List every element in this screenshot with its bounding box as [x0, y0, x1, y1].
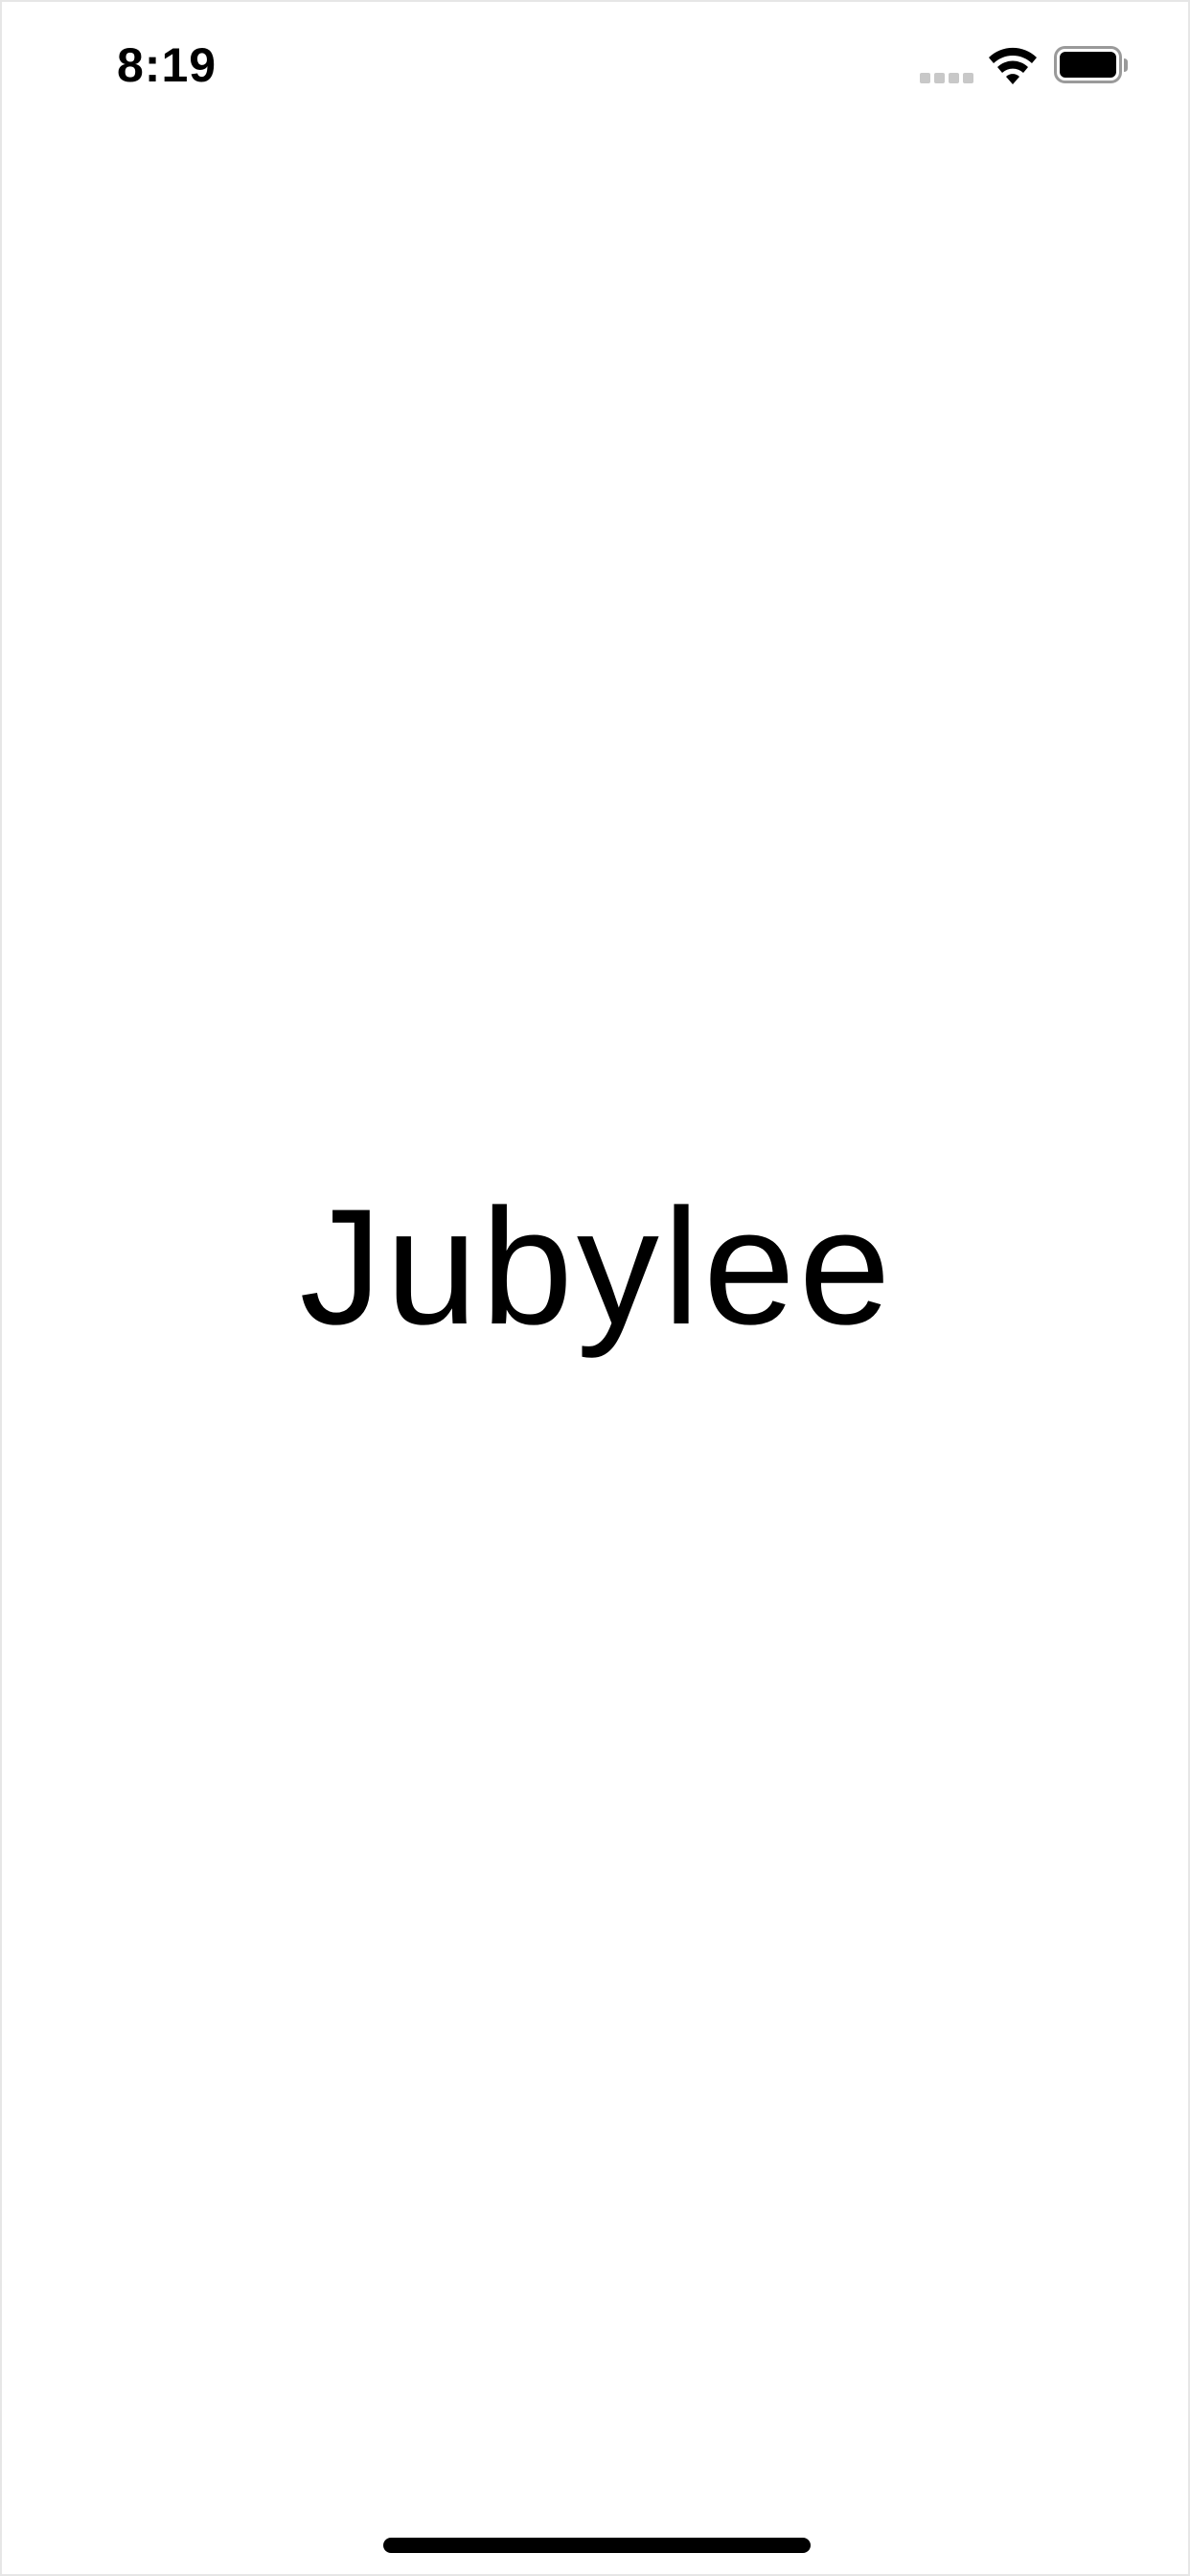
app-screen: 8:19 Jubylee	[0, 0, 1190, 2576]
cellular-signal-icon	[920, 73, 973, 84]
app-title: Jubylee	[299, 1175, 895, 1359]
status-time: 8:19	[117, 38, 217, 92]
status-bar: 8:19	[2, 2, 1190, 128]
wifi-icon	[989, 47, 1037, 84]
home-indicator[interactable]	[383, 2538, 811, 2553]
battery-icon	[1054, 46, 1128, 83]
